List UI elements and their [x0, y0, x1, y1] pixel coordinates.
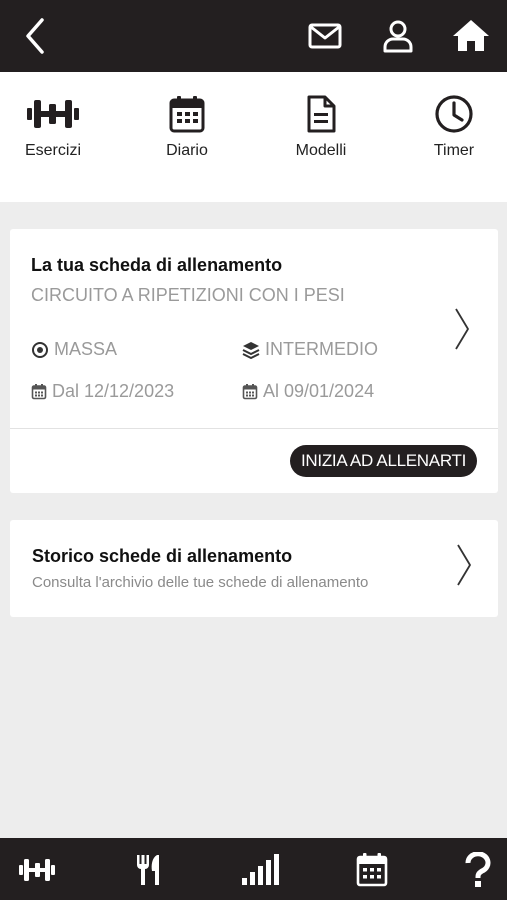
tab-help[interactable]	[458, 851, 498, 888]
tab-nutrition[interactable]	[129, 852, 169, 888]
back-button[interactable]	[18, 14, 58, 58]
dumbbell-icon	[27, 100, 79, 128]
quicknav-item-modelli[interactable]: Modelli	[266, 94, 376, 184]
quick-nav: Esercizi Diario Modelli Timer	[0, 72, 507, 202]
start-date-meta: Dal 12/12/2023	[31, 381, 174, 402]
calendar-icon	[356, 853, 388, 887]
workout-history-card[interactable]: Storico schede di allenamento Consulta l…	[10, 520, 498, 617]
quicknav-label: Modelli	[295, 142, 347, 159]
layers-icon	[242, 341, 260, 359]
card-divider	[10, 428, 498, 429]
chevron-right-icon[interactable]	[452, 307, 472, 351]
tab-calendar[interactable]	[352, 852, 392, 888]
help-icon	[465, 851, 491, 887]
chevron-right-icon[interactable]	[454, 543, 474, 587]
document-icon	[307, 95, 336, 133]
quicknav-label: Diario	[166, 142, 208, 159]
quicknav-item-diario[interactable]: Diario	[132, 94, 242, 184]
end-date-meta: Al 09/01/2024	[242, 381, 374, 402]
quicknav-label: Esercizi	[24, 142, 81, 159]
home-icon	[453, 20, 489, 51]
calendar-icon	[242, 384, 258, 400]
goal-meta: MASSA	[31, 339, 117, 360]
quicknav-label: Timer	[433, 142, 475, 159]
calendar-icon	[31, 384, 47, 400]
profile-button[interactable]	[378, 16, 418, 56]
mail-button[interactable]	[305, 16, 345, 56]
end-date-text: Al 09/01/2024	[263, 381, 375, 401]
bottom-tab-bar	[0, 838, 507, 900]
calendar-icon	[169, 96, 205, 133]
history-title: Storico schede di allenamento	[32, 546, 293, 566]
card-title: La tua scheda di allenamento	[31, 255, 283, 275]
start-workout-button[interactable]: INIZIA AD ALLENARTI	[290, 445, 477, 477]
signal-bars-icon	[242, 854, 279, 885]
goal-text: MASSA	[54, 339, 118, 359]
user-icon	[383, 20, 413, 53]
fork-knife-icon	[137, 855, 159, 885]
mail-icon	[308, 23, 342, 49]
tab-stats[interactable]	[240, 852, 280, 888]
home-button[interactable]	[451, 16, 491, 56]
level-text: INTERMEDIO	[265, 339, 379, 359]
level-meta: INTERMEDIO	[242, 339, 378, 360]
chevron-left-icon	[26, 18, 44, 54]
clock-icon	[435, 95, 473, 133]
target-icon	[32, 341, 48, 358]
dumbbell-icon	[19, 859, 55, 881]
history-subtitle: Consulta l'archivio delle tue schede di …	[32, 574, 369, 591]
top-bar	[0, 0, 507, 72]
start-date-text: Dal 12/12/2023	[52, 381, 175, 401]
tab-exercises[interactable]	[17, 852, 57, 888]
quicknav-item-esercizi[interactable]: Esercizi	[0, 94, 108, 184]
workout-name: CIRCUITO A RIPETIZIONI CON I PESI	[31, 285, 345, 305]
current-workout-card[interactable]: La tua scheda di allenamento CIRCUITO A …	[10, 229, 498, 493]
quicknav-item-timer[interactable]: Timer	[399, 94, 507, 184]
